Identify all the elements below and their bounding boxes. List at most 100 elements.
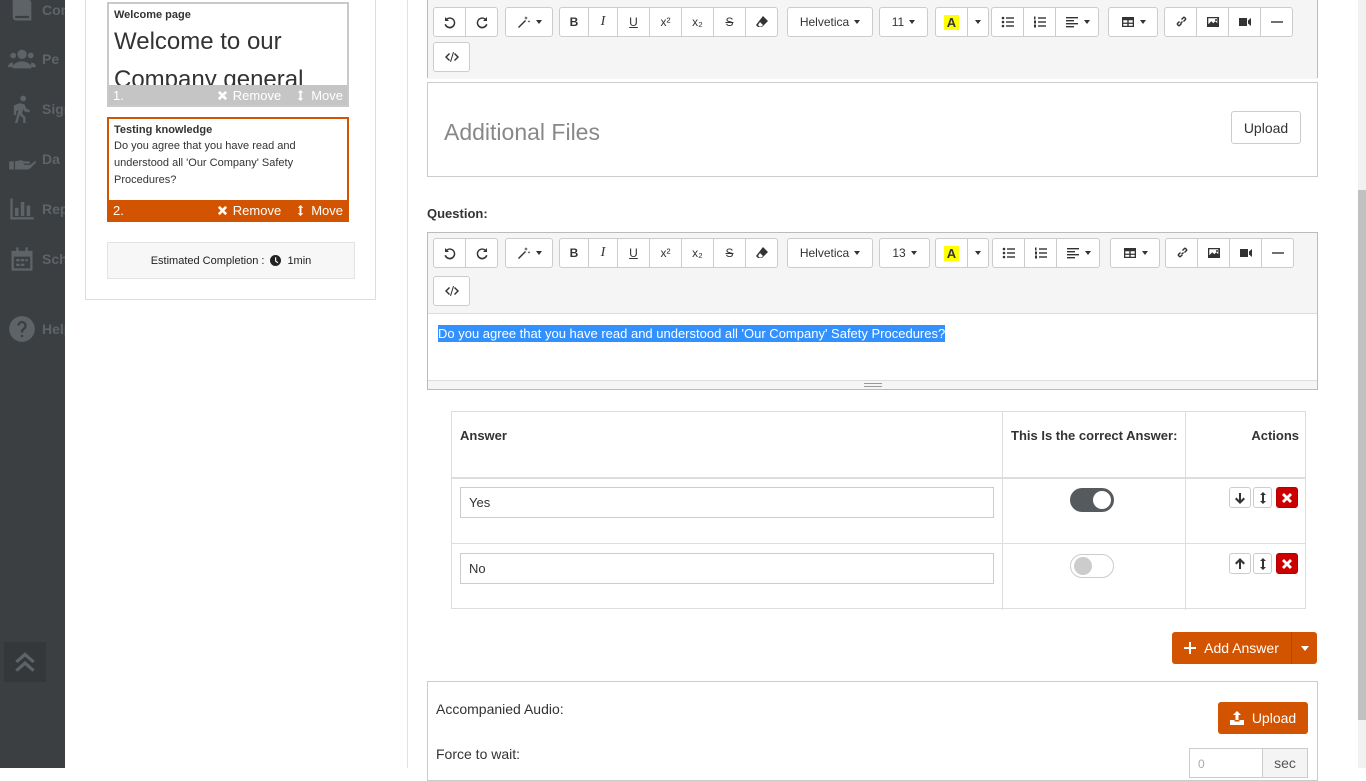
horizontal-rule-button[interactable] [1260, 7, 1293, 37]
force-wait-input[interactable]: 0 [1189, 748, 1263, 778]
delete-answer-button[interactable] [1276, 487, 1298, 508]
table-dropdown[interactable] [1110, 238, 1160, 268]
color-dropdown-button[interactable] [967, 238, 989, 268]
answers-table: Answer This Is the correct Answer: Actio… [451, 411, 1306, 610]
sidebar-item-da[interactable]: Da [8, 143, 65, 175]
sidebar-item-sign[interactable]: Sign [8, 93, 65, 125]
superscript-button[interactable]: x² [649, 238, 682, 268]
strikethrough-button[interactable]: S [713, 7, 746, 37]
vertical-arrows-icon [297, 204, 304, 216]
audio-upload-button[interactable]: Upload [1218, 702, 1308, 734]
highlight-color-button[interactable]: A [935, 7, 968, 37]
bullet-list-button[interactable] [992, 238, 1025, 268]
insert-link-button[interactable] [1164, 7, 1197, 37]
card-title: Testing knowledge [114, 124, 213, 136]
add-answer-dropdown-toggle[interactable] [1292, 632, 1317, 664]
drag-handle-button[interactable] [1253, 553, 1272, 574]
horizontal-rule-button[interactable] [1261, 238, 1294, 268]
clear-format-button[interactable] [745, 238, 778, 268]
move-up-button[interactable] [1229, 553, 1251, 574]
delete-answer-button[interactable] [1276, 553, 1298, 574]
remove-page-button[interactable]: Remove [217, 203, 281, 218]
numbered-list-icon [1034, 247, 1047, 259]
insert-image-button[interactable] [1197, 238, 1230, 268]
correct-answer-toggle[interactable] [1070, 554, 1114, 578]
magic-wand-icon [517, 16, 530, 28]
question-text-area[interactable]: Do you agree that you have read and unde… [428, 314, 1317, 382]
column-divider [1185, 412, 1186, 610]
redo-icon [476, 17, 487, 29]
bold-button[interactable]: B [559, 238, 589, 268]
code-icon [444, 286, 459, 296]
sidebar-item-schedule[interactable]: Sche [8, 243, 65, 275]
drag-handle-button[interactable] [1253, 487, 1272, 508]
style-dropdown[interactable] [505, 238, 553, 268]
sidebar-item-people[interactable]: Pe [8, 43, 65, 75]
undo-button[interactable] [433, 7, 466, 37]
font-size-dropdown[interactable]: 11 [879, 7, 928, 37]
bullet-list-button[interactable] [991, 7, 1024, 37]
close-icon [1282, 492, 1292, 503]
font-family-dropdown[interactable]: Helvetica [787, 238, 873, 268]
superscript-button[interactable]: x² [649, 7, 682, 37]
code-view-button[interactable] [433, 42, 470, 72]
page-card-welcome[interactable]: Welcome page Welcome to our Company gene… [107, 2, 349, 107]
bold-button[interactable]: B [559, 7, 589, 37]
sidebar-collapse-button[interactable] [4, 642, 46, 682]
audio-panel: Accompanied Audio: Upload Force to wait:… [427, 681, 1318, 781]
font-family-dropdown[interactable]: Helvetica [787, 7, 873, 37]
style-dropdown[interactable] [505, 7, 553, 37]
card-preview: Do you agree that you have read and unde… [114, 140, 296, 186]
subscript-button[interactable]: x₂ [681, 238, 714, 268]
redo-button[interactable] [465, 238, 498, 268]
underline-button[interactable]: U [617, 238, 650, 268]
move-page-button[interactable]: Move [295, 88, 343, 103]
clear-format-button[interactable] [745, 7, 778, 37]
answer-input[interactable]: Yes [460, 487, 994, 518]
content-editor: B I U x² x₂ S Helvetica 11 A [427, 0, 1318, 79]
editor-toolbar: B I U x² x₂ S Helvetica 11 A [428, 0, 1317, 79]
italic-button[interactable]: I [588, 7, 618, 37]
answer-input[interactable]: No [460, 553, 994, 584]
highlight-color-button[interactable]: A [935, 238, 968, 268]
correct-answer-toggle[interactable] [1070, 488, 1114, 512]
remove-page-button[interactable]: Remove [217, 88, 281, 103]
additional-files-upload-button[interactable]: Upload [1231, 111, 1301, 144]
table-dropdown[interactable] [1108, 7, 1158, 37]
move-down-button[interactable] [1229, 487, 1251, 508]
align-left-icon [1065, 17, 1078, 28]
add-answer-button[interactable]: Add Answer [1172, 632, 1292, 664]
page-scrollbar[interactable] [1358, 0, 1366, 768]
insert-link-button[interactable] [1165, 238, 1198, 268]
eraser-icon [755, 247, 768, 258]
force-wait-unit: sec [1262, 748, 1308, 778]
sidebar-item-reports[interactable]: Rep [8, 193, 65, 225]
editor-resize-handle[interactable] [428, 380, 1317, 389]
undo-icon [444, 248, 455, 260]
redo-button[interactable] [465, 7, 498, 37]
highlight-icon: A [943, 14, 960, 30]
accompanied-audio-label: Accompanied Audio: [436, 701, 564, 717]
paragraph-align-dropdown[interactable] [1056, 238, 1100, 268]
subscript-button[interactable]: x₂ [681, 7, 714, 37]
italic-button[interactable]: I [588, 238, 618, 268]
numbered-list-button[interactable] [1024, 238, 1057, 268]
page-scrollbar-thumb[interactable] [1358, 190, 1366, 720]
insert-video-button[interactable] [1228, 7, 1261, 37]
page-card-testing[interactable]: Testing knowledge Do you agree that you … [107, 117, 349, 222]
color-dropdown-button[interactable] [967, 7, 989, 37]
font-size-dropdown[interactable]: 13 [879, 238, 930, 268]
move-page-button[interactable]: Move [295, 203, 343, 218]
numbered-list-button[interactable] [1023, 7, 1056, 37]
strikethrough-button[interactable]: S [713, 238, 746, 268]
code-view-button[interactable] [433, 276, 470, 306]
link-icon [1176, 16, 1186, 27]
insert-video-button[interactable] [1229, 238, 1262, 268]
color-group: A [935, 7, 989, 37]
underline-button[interactable]: U [617, 7, 650, 37]
undo-button[interactable] [433, 238, 466, 268]
sidebar-item-help[interactable]: Help [8, 313, 65, 345]
paragraph-align-dropdown[interactable] [1055, 7, 1099, 37]
sidebar-item-courses[interactable]: Com [8, 0, 65, 26]
insert-image-button[interactable] [1196, 7, 1229, 37]
